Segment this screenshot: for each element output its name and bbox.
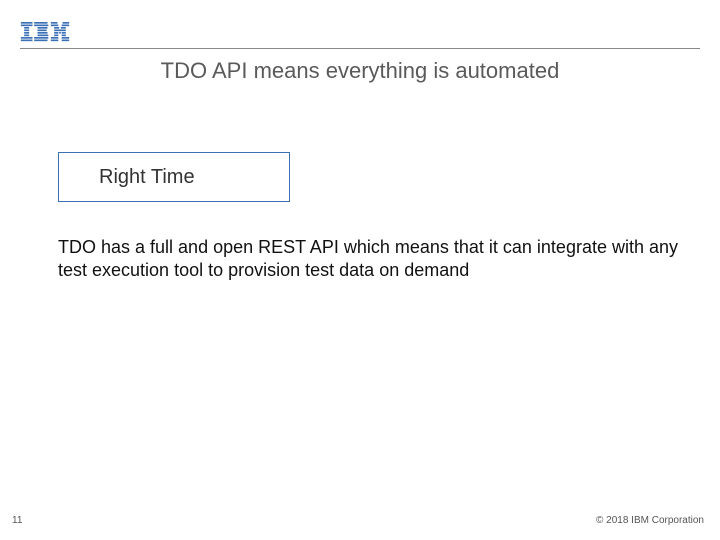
copyright-text: © 2018 IBM Corporation [596, 515, 704, 526]
right-time-label: Right Time [99, 166, 195, 189]
body-text: TDO has a full and open REST API which m… [58, 236, 680, 283]
header-divider [20, 48, 700, 49]
page-number: 11 [12, 515, 22, 526]
slide-title: TDO API means everything is automated [0, 58, 720, 84]
right-time-box: Right Time [58, 152, 290, 202]
ibm-logo-icon [20, 22, 70, 42]
